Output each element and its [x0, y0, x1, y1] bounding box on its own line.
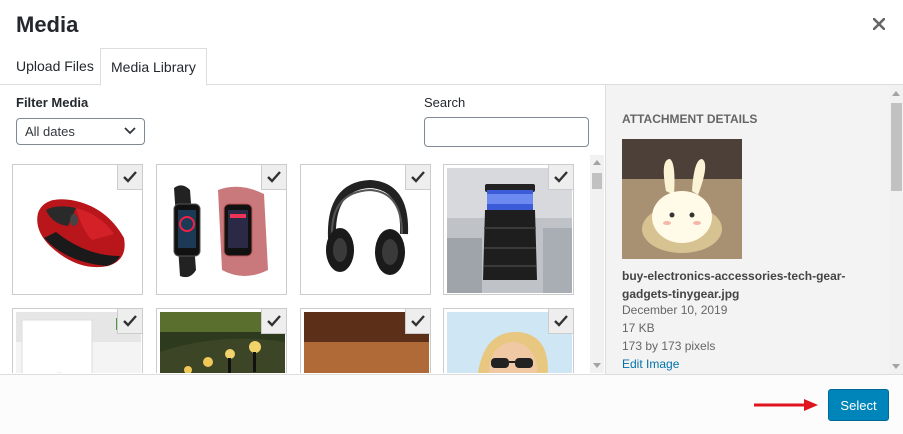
filter-media-label: Filter Media: [16, 95, 89, 110]
scroll-down-icon[interactable]: [593, 363, 601, 368]
chevron-down-icon: [124, 127, 136, 135]
media-grid-scrollbar[interactable]: [590, 155, 604, 373]
date-filter-select[interactable]: All dates: [16, 118, 145, 145]
modal-title: Media: [16, 12, 79, 37]
media-item-table-lamp[interactable]: [300, 308, 431, 373]
check-icon[interactable]: [117, 309, 142, 334]
scroll-up-icon[interactable]: [593, 160, 601, 165]
close-icon[interactable]: [869, 14, 889, 34]
tab-media-library[interactable]: Media Library: [100, 48, 207, 86]
attachment-preview-image: [622, 139, 742, 259]
check-icon[interactable]: [405, 309, 430, 334]
attachment-file-size: 17 KB: [622, 321, 655, 335]
edit-image-link[interactable]: Edit Image: [622, 357, 679, 371]
media-item-earbuds[interactable]: [12, 308, 143, 373]
check-icon[interactable]: [117, 165, 142, 190]
attachment-filename: buy-electronics-accessories-tech-gear-ga…: [622, 269, 846, 301]
media-item-mouse[interactable]: [12, 164, 143, 295]
scroll-up-icon[interactable]: [892, 91, 900, 96]
media-item-garden-lights[interactable]: [156, 308, 287, 373]
media-grid: [0, 155, 590, 373]
attachment-details-heading: Attachment Details: [622, 112, 758, 126]
tab-bar: Upload Files Media Library: [0, 48, 903, 86]
tab-upload-files[interactable]: Upload Files: [6, 48, 104, 85]
select-button[interactable]: Select: [828, 389, 889, 421]
attachment-dimensions: 173 by 173 pixels: [622, 339, 716, 353]
media-modal: Media Upload Files Media Library Filter …: [0, 0, 903, 434]
modal-footer: Select: [0, 374, 903, 434]
check-icon[interactable]: [261, 165, 286, 190]
search-input[interactable]: [424, 117, 589, 147]
media-item-headphones[interactable]: [300, 164, 431, 295]
media-item-mosquito-lamp[interactable]: [443, 164, 574, 295]
scroll-down-icon[interactable]: [892, 364, 900, 369]
check-icon[interactable]: [548, 309, 573, 334]
check-icon[interactable]: [548, 165, 573, 190]
search-label: Search: [424, 95, 466, 110]
scrollbar-thumb[interactable]: [891, 103, 902, 191]
check-icon[interactable]: [405, 165, 430, 190]
check-icon[interactable]: [261, 309, 286, 334]
date-filter-value: All dates: [25, 124, 75, 139]
scrollbar-thumb[interactable]: [592, 173, 602, 189]
sidebar-scrollbar[interactable]: [889, 85, 903, 374]
media-item-woman-sunglasses[interactable]: [443, 308, 574, 373]
media-item-fitness-bands[interactable]: [156, 164, 287, 295]
attachment-date: December 10, 2019: [622, 303, 728, 317]
annotation-arrow-icon: [754, 399, 818, 411]
attachment-details-sidebar: Attachment Details buy-electronics-acces…: [605, 85, 903, 374]
